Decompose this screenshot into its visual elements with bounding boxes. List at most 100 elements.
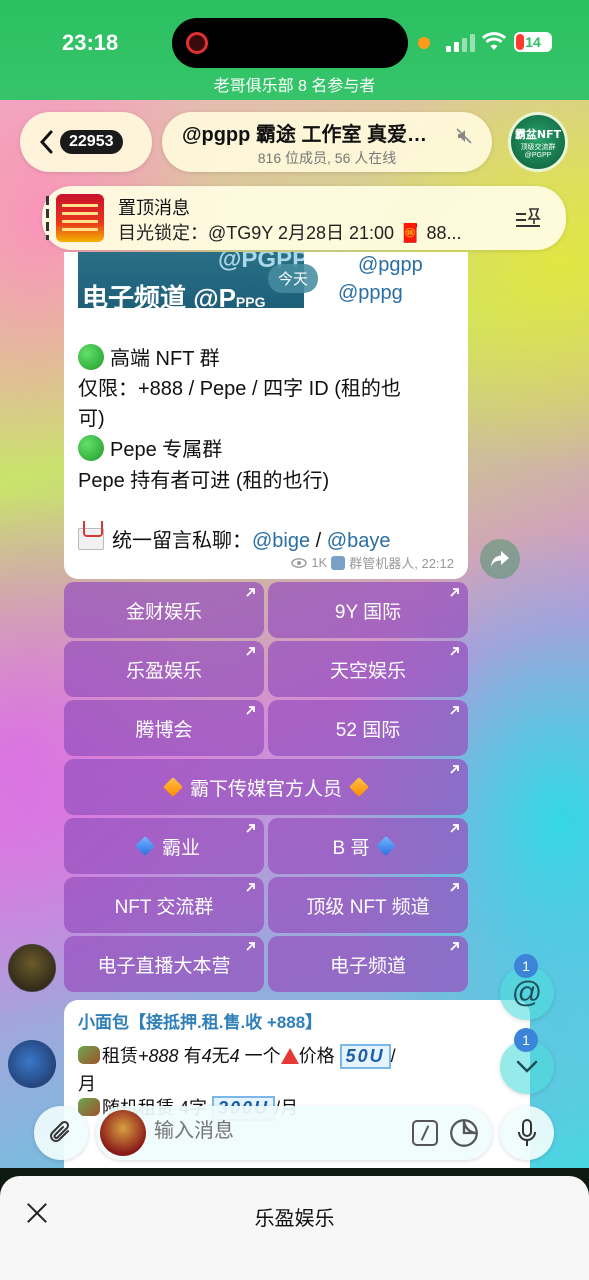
price-tag: 50U — [339, 1044, 391, 1069]
blue-diamond-icon — [135, 836, 155, 856]
mic-indicator-icon — [418, 37, 430, 49]
inline-button-baxia-media[interactable]: 霸下传媒官方人员 — [64, 759, 468, 815]
sender-name[interactable]: 小面包【接抵押.租.售.收 +888】 — [78, 1008, 322, 1033]
gnome-emoji-icon — [78, 1046, 100, 1064]
voice-record-button[interactable] — [500, 1106, 554, 1160]
inline-button-e-channel[interactable]: 电子频道 — [268, 936, 468, 992]
inline-button-live-base[interactable]: 电子直播大本营 — [64, 936, 264, 992]
text-segment: 4 — [201, 1046, 212, 1066]
avatar-subtext: 顶级交流群 — [520, 143, 556, 151]
inline-button-nft-group[interactable]: NFT 交流群 — [64, 877, 264, 933]
inline-button-tengbo[interactable]: 腾博会 — [64, 700, 264, 756]
sticker-icon[interactable] — [450, 1119, 478, 1147]
text-line-2: 仅限：+888 / Pepe / 四字 ID (租的也 — [78, 378, 401, 400]
chat-header-info[interactable]: @pgpp 霸途 工作室 真爱… 816 位成员, 56 人在线 — [162, 112, 492, 172]
orange-diamond-icon — [163, 777, 183, 797]
warning-icon — [280, 1048, 299, 1064]
text-segment: 价格 — [298, 1046, 335, 1066]
text-line-6: 统一留言私聊：@bige / @baye — [78, 521, 391, 553]
view-count: 1K — [311, 555, 328, 570]
bot-commands-icon[interactable] — [412, 1120, 438, 1146]
inline-button-bge[interactable]: B 哥 — [268, 818, 468, 874]
group-avatar[interactable]: 霸盆NFT 顶级交流群 @PGPP — [508, 112, 568, 172]
pin-list-icon[interactable] — [514, 206, 542, 230]
message-bubble[interactable]: @PGPP 电子频道 @PPPG @pgpp @pppg 高端 NFT 群 仅限… — [64, 252, 468, 579]
button-label: 顶级 NFT 频道 — [306, 896, 430, 918]
inline-button-tiankong[interactable]: 天空娱乐 — [268, 641, 468, 697]
text-line: 月 — [78, 1074, 96, 1094]
web-app-sheet-header: 乐盈娱乐 — [0, 1176, 589, 1280]
inline-button-jincai[interactable]: 金财娱乐 — [64, 582, 264, 638]
chat-title: @pgpp 霸途 工作室 真爱… — [182, 124, 428, 146]
inline-button-9y[interactable]: 9Y 国际 — [268, 582, 468, 638]
button-label: 9Y 国际 — [334, 601, 402, 623]
inline-button-leying[interactable]: 乐盈娱乐 — [64, 641, 264, 697]
chevron-left-icon — [39, 130, 53, 154]
unread-count-badge: 22953 — [60, 130, 123, 154]
mentions-button[interactable]: @ 1 — [500, 954, 554, 1020]
scroll-down-button[interactable]: 1 — [500, 1028, 554, 1094]
pinned-thumbnail — [56, 194, 104, 242]
button-label: 天空娱乐 — [329, 660, 406, 682]
text-segment: 4 — [229, 1046, 240, 1066]
orange-diamond-icon — [349, 777, 369, 797]
banner-main-text: 电子频道 @P — [82, 283, 236, 308]
channel-link-pgpp[interactable]: @pgpp — [358, 254, 423, 277]
mention-separator: / — [310, 530, 327, 552]
text-segment: 租赁 — [102, 1046, 138, 1066]
inline-button-nft-channel[interactable]: 顶级 NFT 频道 — [268, 877, 468, 933]
share-arrow-icon — [491, 551, 509, 567]
group-call-banner[interactable]: 老哥俱乐部 8 名参与者 — [0, 72, 589, 96]
message-composer[interactable] — [96, 1106, 492, 1160]
text-line-1: 高端 NFT 群 — [78, 342, 220, 371]
button-label: 乐盈娱乐 — [125, 660, 202, 682]
pinned-indicator — [46, 196, 49, 240]
sheet-title: 乐盈娱乐 — [254, 1208, 335, 1230]
mention-baye[interactable]: @baye — [327, 530, 391, 552]
back-button[interactable]: 22953 — [20, 112, 152, 172]
text-segment: +888 — [138, 1046, 179, 1066]
at-sign-icon: @ — [511, 976, 543, 1009]
external-link-icon — [246, 883, 255, 892]
status-time: 23:18 — [62, 30, 119, 55]
mention-bige[interactable]: @bige — [252, 530, 310, 552]
send-as-avatar[interactable] — [100, 1110, 146, 1156]
channel-link-pppg[interactable]: @pppg — [338, 282, 403, 305]
text-segment: 无 — [211, 1046, 230, 1066]
external-link-icon — [450, 824, 459, 833]
incoming-envelope-icon — [78, 521, 104, 550]
chat-member-status: 816 位成员, 56 人在线 — [257, 150, 397, 166]
message-input[interactable] — [154, 1120, 354, 1143]
inline-button-52[interactable]: 52 国际 — [268, 700, 468, 756]
text-segment: 有 — [183, 1046, 202, 1066]
inline-button-baye[interactable]: 霸业 — [64, 818, 264, 874]
sender-avatar[interactable] — [8, 944, 56, 992]
avatar-tag: @PGPP — [524, 151, 552, 159]
attach-button[interactable] — [34, 1106, 88, 1160]
gnome-emoji-icon — [78, 1098, 100, 1116]
blue-diamond-icon — [376, 836, 397, 856]
text-line-4: Pepe 专属群 — [78, 433, 222, 462]
message-author-time: 群管机器人, 22:12 — [349, 556, 454, 571]
chevron-down-icon — [516, 1060, 538, 1073]
pinned-title: 置顶消息 — [118, 198, 190, 218]
text-segment: 一个 — [239, 1046, 281, 1066]
forward-button[interactable] — [480, 539, 520, 579]
bot-icon — [331, 555, 346, 570]
button-label: NFT 交流群 — [114, 896, 214, 918]
paperclip-icon — [50, 1120, 70, 1142]
button-label: 金财娱乐 — [125, 601, 202, 623]
pinned-message-bar[interactable]: 置顶消息 目光锁定：@TG9Y 2月28日 21:00 🧧 88... — [42, 186, 566, 250]
battery-icon: 14 — [514, 32, 552, 52]
external-link-icon — [450, 942, 459, 951]
sender-avatar[interactable] — [8, 1040, 56, 1088]
mention-count-badge: 1 — [514, 954, 538, 978]
external-link-icon — [246, 824, 255, 833]
text-line-5: Pepe 持有者可进 (租的也行) — [78, 470, 330, 492]
cellular-signal-icon — [446, 34, 476, 52]
microphone-icon — [518, 1119, 536, 1146]
external-link-icon — [246, 588, 255, 597]
button-label: 霸下传媒官方人员 — [189, 778, 342, 800]
contact-prefix: 统一留言私聊： — [112, 530, 252, 552]
recording-icon — [186, 32, 208, 54]
